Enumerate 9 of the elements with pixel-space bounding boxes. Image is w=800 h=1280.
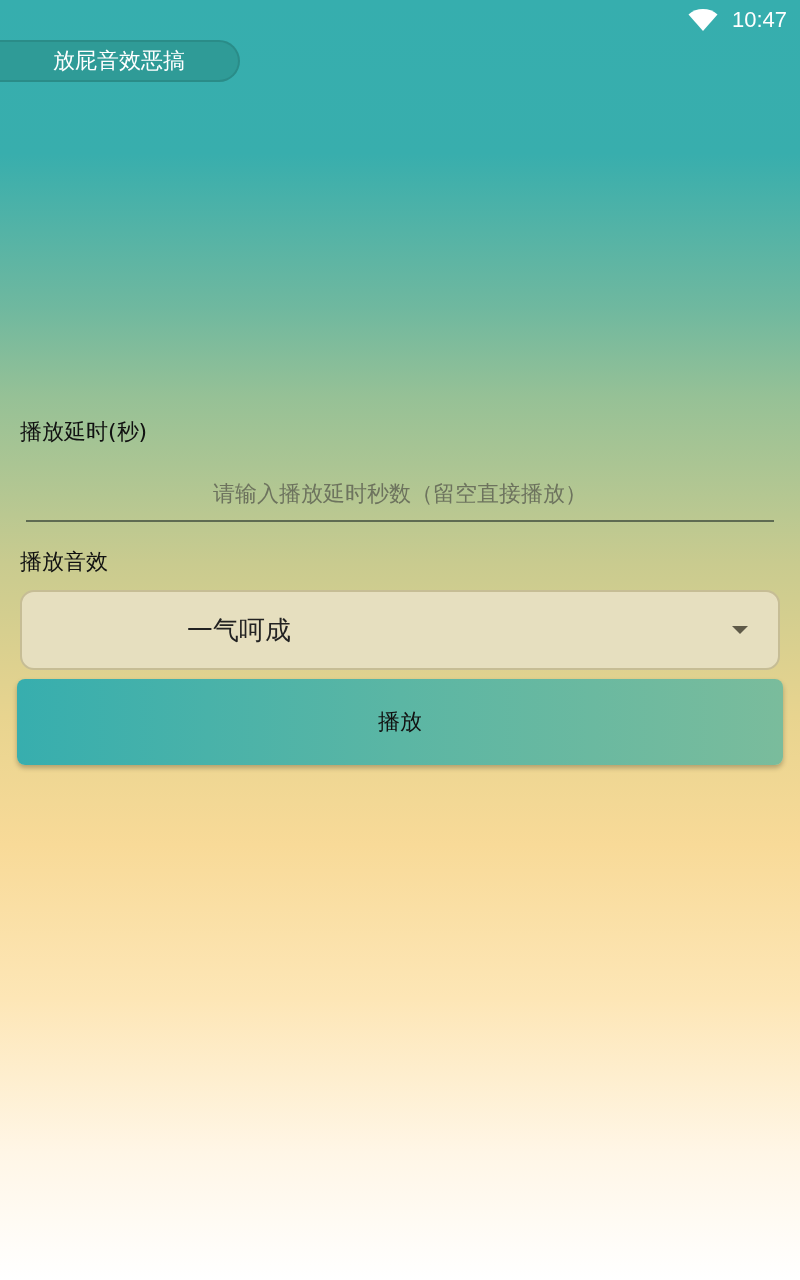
- app-title: 放屁音效恶搞: [0, 40, 240, 82]
- field-label: 播放音效: [20, 548, 108, 576]
- field-label: 播放延时(秒): [20, 418, 148, 446]
- status-time: 10:47: [731, 7, 787, 33]
- play-button[interactable]: 播放: [17, 679, 783, 765]
- wifi-icon: [687, 9, 718, 31]
- delay-input-field[interactable]: 请输入播放延时秒数（留空直接播放）: [26, 472, 774, 522]
- sound-dropdown[interactable]: 一气呵成: [20, 590, 780, 670]
- caret-icon: [732, 626, 748, 634]
